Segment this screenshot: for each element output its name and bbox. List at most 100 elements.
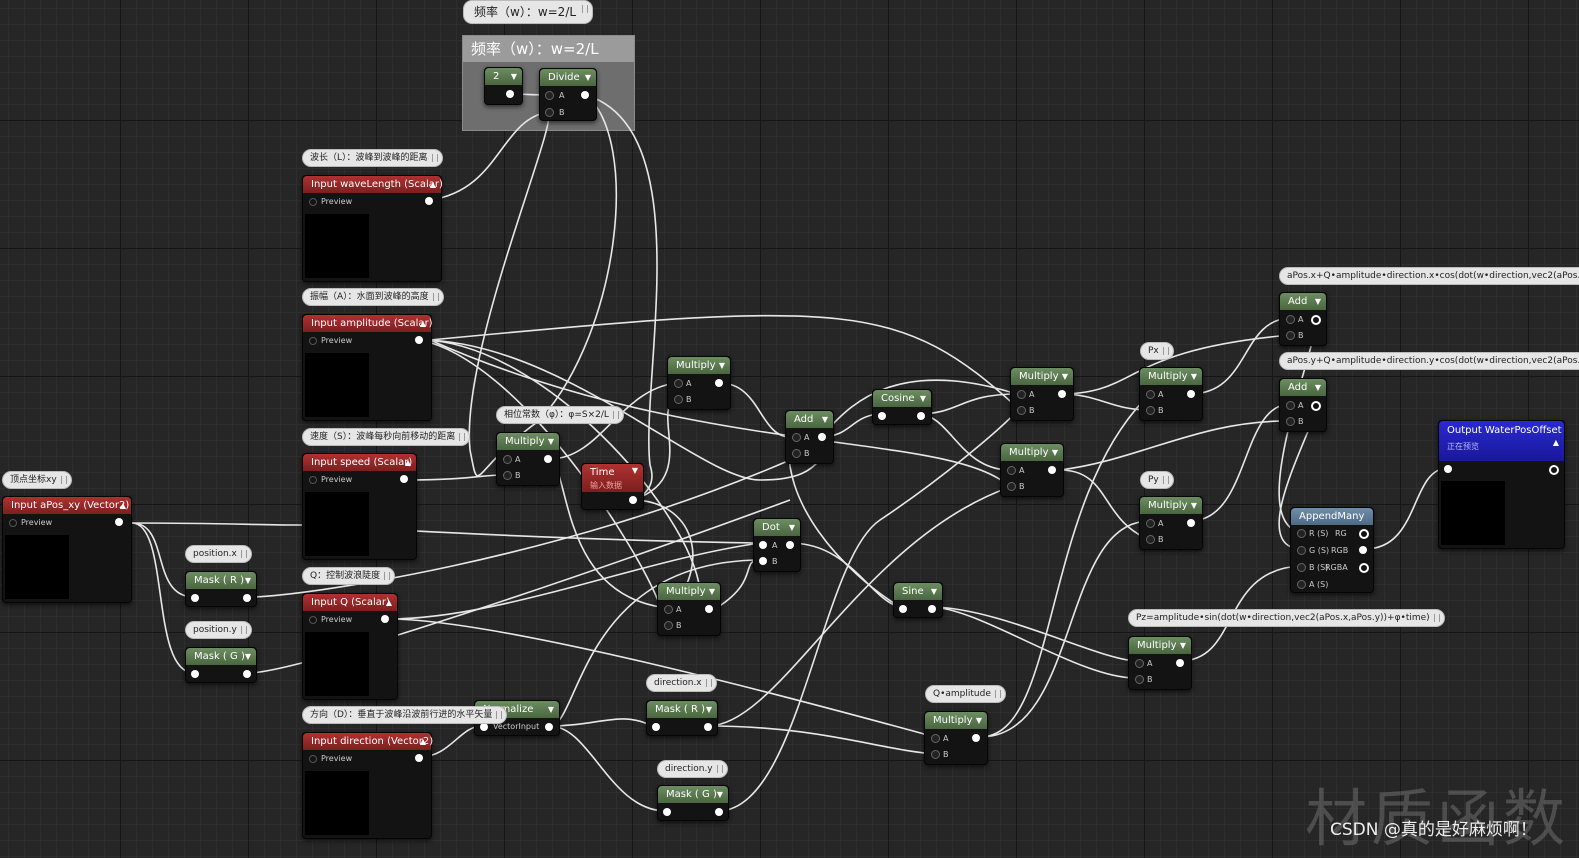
input-pin-b[interactable] [1146, 535, 1155, 544]
output-pin[interactable] [1311, 315, 1321, 325]
chevron-down-icon[interactable]: ▼ [1315, 379, 1321, 396]
input-pin-b[interactable] [759, 557, 767, 565]
chevron-up-icon[interactable]: ▲ [120, 497, 126, 514]
input-pin-r[interactable] [1297, 529, 1306, 538]
mask-g-position-node[interactable]: Mask ( G ) ▼ [185, 647, 257, 683]
input-wavelength-node[interactable]: Input waveLength (Scalar) ▲ Preview [302, 175, 443, 282]
chevron-down-icon[interactable]: ▼ [789, 519, 795, 536]
input-pin[interactable] [1444, 465, 1452, 473]
output-pin[interactable] [1549, 465, 1559, 475]
comment-bubble-wavelength[interactable]: 波长（L）：波峰到波峰的距离 [302, 149, 443, 167]
input-pin[interactable] [191, 670, 199, 678]
output-pin[interactable] [928, 605, 936, 613]
output-pin-rgb[interactable] [1359, 546, 1367, 554]
input-pin-b[interactable] [664, 621, 673, 630]
output-pin[interactable] [415, 754, 423, 762]
input-pin-a[interactable] [1286, 401, 1295, 410]
chevron-down-icon[interactable]: ▼ [717, 786, 723, 803]
output-pin[interactable] [415, 336, 423, 344]
input-pin[interactable] [878, 412, 886, 420]
input-pin[interactable] [191, 594, 199, 602]
output-pin[interactable] [381, 615, 389, 623]
add-center-node[interactable]: Add ▼ A B [785, 410, 834, 464]
multiply-speed-node[interactable]: Multiply ▼ A B [496, 432, 560, 486]
input-pin-b[interactable] [674, 395, 683, 404]
comment-bubble-direction[interactable]: 方向（D）：垂直于波峰沿波前行进的水平矢量 [302, 706, 508, 724]
output-pin[interactable] [1176, 659, 1184, 667]
input-pin-b[interactable] [1017, 406, 1026, 415]
comment-bubble-vertex[interactable]: 顶点坐标xy [2, 471, 72, 489]
preview-toggle[interactable] [309, 616, 317, 624]
input-pin-a[interactable] [759, 541, 767, 549]
chevron-down-icon[interactable]: ▼ [822, 411, 828, 428]
multiply-py2-node[interactable]: Multiply ▼ A B [1139, 496, 1203, 550]
preview-toggle[interactable] [309, 198, 317, 206]
output-pin[interactable] [1311, 401, 1321, 411]
sine-node[interactable]: Sine ▼ [893, 582, 943, 618]
output-node[interactable]: Output WaterPosOffset 正在预览 ▲ [1438, 420, 1565, 549]
chevron-up-icon[interactable]: ▲ [1553, 435, 1559, 451]
divide-node[interactable]: Divide ▼ A B [539, 68, 597, 121]
output-pin[interactable] [1187, 390, 1195, 398]
mask-r-position-node[interactable]: Mask ( R ) ▼ [185, 571, 257, 607]
chevron-down-icon[interactable]: ▼ [1191, 497, 1197, 514]
comment-bubble-frequency[interactable]: 频率（w）：w=2/L [463, 0, 594, 24]
add-y-node[interactable]: Add ▼ A B [1279, 378, 1327, 432]
multiply-pz-node[interactable]: Multiply ▼ A B [1128, 636, 1192, 690]
input-amplitude-node[interactable]: Input amplitude (Scalar) ▲ Preview [302, 314, 433, 421]
chevron-up-icon[interactable]: ▲ [405, 454, 411, 471]
chevron-down-icon[interactable]: ▼ [976, 712, 982, 729]
input-pin-b[interactable] [1135, 675, 1144, 684]
output-pin-rg[interactable] [1359, 529, 1369, 539]
multiply-px2-node[interactable]: Multiply ▼ A B [1139, 367, 1203, 421]
output-pin[interactable] [1058, 390, 1066, 398]
output-pin[interactable] [786, 541, 794, 549]
comment-bubble-phase[interactable]: 相位常数（φ）：φ=S×2/L [496, 406, 624, 424]
multiply-px1-node[interactable]: Multiply ▼ A B [1010, 367, 1074, 421]
dot-node[interactable]: Dot ▼ A B [753, 518, 801, 572]
chevron-down-icon[interactable]: ▼ [548, 701, 554, 718]
chevron-up-icon[interactable]: ▲ [430, 176, 436, 193]
comment-bubble-position-x[interactable]: position.x [185, 545, 252, 563]
input-pin-a[interactable] [1297, 580, 1306, 589]
input-direction-node[interactable]: Input direction (Vector2) ▲ Preview [302, 732, 433, 839]
chevron-down-icon[interactable]: ▼ [920, 390, 926, 407]
mask-g-direction-node[interactable]: Mask ( G ) ▼ [657, 785, 729, 821]
multiply-py1-node[interactable]: Multiply ▼ A B [1000, 443, 1064, 497]
chevron-down-icon[interactable]: ▼ [548, 433, 554, 450]
input-speed-node[interactable]: Input speed (Scalar) ▲ Preview [302, 453, 417, 560]
input-pin-a[interactable] [1146, 390, 1155, 399]
chevron-down-icon[interactable]: ▼ [585, 69, 591, 86]
input-pin-b[interactable] [545, 108, 554, 117]
input-pin-b[interactable] [503, 471, 512, 480]
preview-toggle[interactable] [309, 755, 317, 763]
input-pin-a[interactable] [503, 455, 512, 464]
input-pin-a[interactable] [664, 605, 673, 614]
output-pin[interactable] [917, 412, 925, 420]
output-pin[interactable] [425, 197, 433, 205]
comment-bubble-q[interactable]: Q：控制波浪陡度 [302, 567, 396, 585]
comment-bubble-speed[interactable]: 速度（S）：波峰每秒向前移动的距离 [302, 428, 471, 446]
output-pin[interactable] [545, 723, 553, 731]
input-pin-a[interactable] [1146, 519, 1155, 528]
output-pin[interactable] [544, 455, 552, 463]
input-pin[interactable] [652, 723, 660, 731]
chevron-up-icon[interactable]: ▲ [386, 594, 392, 611]
output-pin[interactable] [581, 91, 589, 99]
chevron-down-icon[interactable]: ▼ [511, 68, 517, 85]
output-pin[interactable] [243, 670, 251, 678]
output-pin[interactable] [818, 433, 826, 441]
input-pin-b[interactable] [931, 750, 940, 759]
input-pin-b[interactable] [1286, 417, 1295, 426]
input-apos-node[interactable]: Input aPos_xy (Vector2) ▲ Preview [2, 496, 132, 603]
output-pin[interactable] [400, 475, 408, 483]
chevron-down-icon[interactable]: ▼ [931, 583, 937, 600]
chevron-down-icon[interactable]: ▼ [709, 583, 715, 600]
output-pin[interactable] [715, 808, 723, 816]
output-pin[interactable] [506, 90, 514, 98]
append-many-node[interactable]: AppendMany R (S) G (S) B (S) A (S) RG RG… [1290, 507, 1374, 593]
preview-toggle[interactable] [9, 519, 17, 527]
comment-bubble-add-x[interactable]: aPos.x+Q•amplitude•direction.x•cos(dot(w… [1279, 267, 1579, 285]
input-pin-a[interactable] [1286, 315, 1295, 324]
multiply-mid-node[interactable]: Multiply ▼ A B [657, 582, 721, 636]
